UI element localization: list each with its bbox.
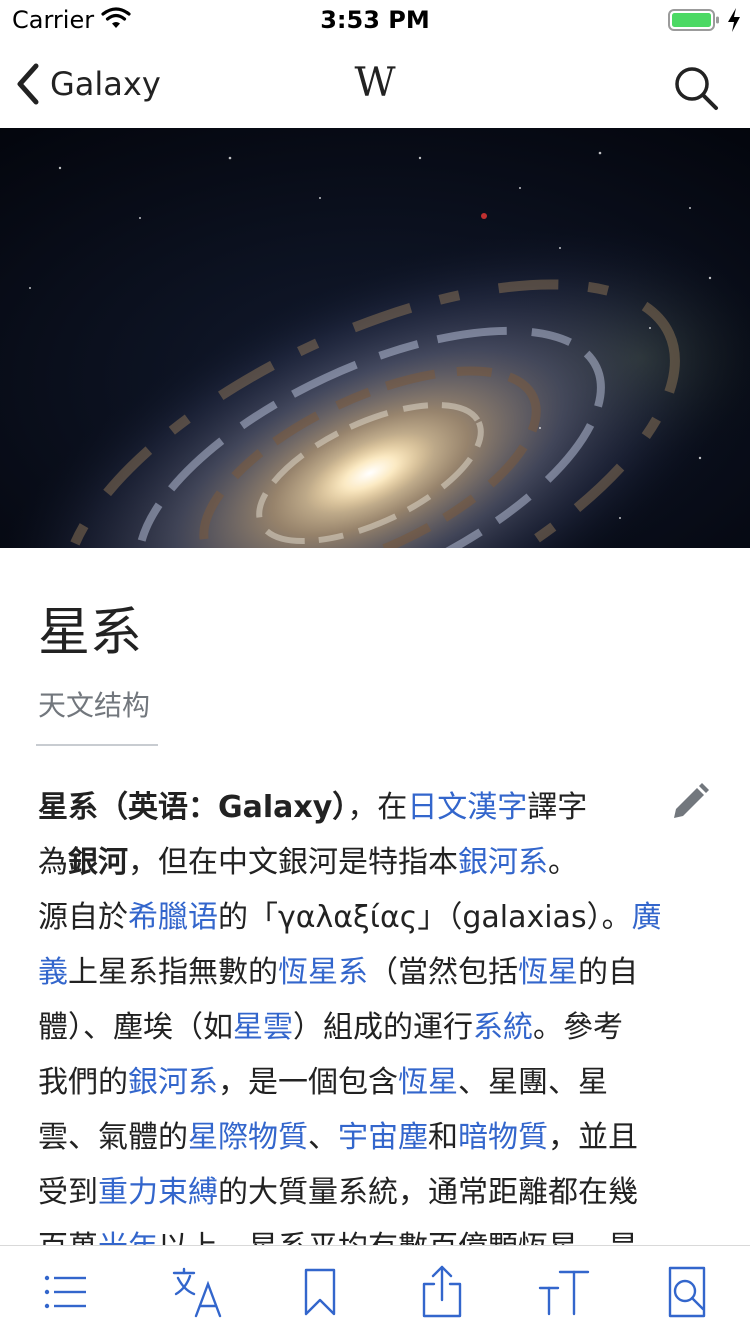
article-link[interactable]: 暗物質: [458, 1120, 548, 1155]
wikipedia-logo-text[interactable]: W: [354, 60, 395, 106]
paragraph-line: 雲、氣體的星際物質、宇宙塵和暗物質，並且: [38, 1110, 710, 1165]
languages-icon: [172, 1267, 222, 1318]
body-text: 的自: [578, 955, 638, 990]
paragraph-line: 體）、塵埃（如星雲）組成的運行系統。參考: [38, 1000, 710, 1055]
article-link[interactable]: 義: [38, 955, 68, 990]
article-link[interactable]: 宇宙塵: [338, 1120, 428, 1155]
text-size-button[interactable]: [536, 1264, 592, 1320]
body-text: 上星系指無數的: [68, 955, 278, 990]
paragraph-line: 百萬光年以上。星系平均有數百億顆恆星，是: [38, 1220, 710, 1246]
back-button[interactable]: Galaxy: [14, 62, 161, 106]
article-link[interactable]: 恆星: [398, 1065, 458, 1100]
body-text: （當然包括: [368, 955, 518, 990]
body-text: 。參考: [533, 1010, 623, 1045]
body-text: 我們的: [38, 1065, 128, 1100]
lead-paragraph: 星系（英语：Galaxy），在日文漢字譯字 為銀河，但在中文銀河是特指本銀河系。源…: [38, 780, 710, 1246]
article-link[interactable]: 恆星系: [278, 955, 368, 990]
share-button[interactable]: [414, 1264, 470, 1320]
body-text: 。: [548, 845, 578, 880]
article-content: 星系 天文结构 星系（英语：Galaxy），在日文漢字譯字 為銀河，但在中文銀河是…: [0, 548, 750, 1246]
charging-bolt-icon: [728, 8, 740, 32]
clock: 3:53 PM: [320, 6, 430, 34]
body-text: 源自於: [38, 900, 128, 935]
back-label: Galaxy: [50, 65, 161, 103]
body-text: 譯字: [527, 790, 588, 825]
body-text: 的「γαλαξίας」（galaxias）。: [218, 900, 632, 935]
page-title: 星系: [38, 603, 143, 663]
search-icon[interactable]: [672, 64, 720, 112]
body-text: 和: [428, 1120, 458, 1155]
lead-image[interactable]: [0, 128, 750, 548]
body-text: 、星團、星: [458, 1065, 608, 1100]
share-icon: [422, 1265, 462, 1318]
article-link[interactable]: 光年: [98, 1230, 158, 1246]
paragraph-line: 我們的銀河系，是一個包含恆星、星團、星: [38, 1055, 710, 1110]
article-link[interactable]: 銀河系: [458, 845, 548, 880]
article-link[interactable]: 星際物質: [188, 1120, 308, 1155]
paragraph-line: 為銀河，但在中文銀河是特指本銀河系。: [38, 835, 710, 890]
galaxy-image: [0, 128, 750, 548]
find-in-page-icon: [668, 1266, 706, 1318]
article-link[interactable]: 恆星: [518, 955, 578, 990]
article-link[interactable]: 銀河系: [128, 1065, 218, 1100]
page-description: 天文结构: [38, 689, 151, 722]
article-link[interactable]: 系統: [473, 1010, 533, 1045]
table-of-contents-icon: [44, 1275, 86, 1309]
body-text: 雲、氣體的: [38, 1120, 188, 1155]
bookmark-button[interactable]: [292, 1264, 348, 1320]
navigation-bar: Galaxy W: [0, 40, 750, 128]
battery-icon: [668, 9, 719, 31]
body-text: ，但在中文銀河是特指本: [128, 845, 458, 880]
bold-term: 銀河: [68, 845, 128, 880]
article-link[interactable]: 重力束縛: [98, 1175, 218, 1210]
bottom-toolbar: [0, 1245, 750, 1334]
body-text: 的大質量系統，通常距離都在幾: [218, 1175, 638, 1210]
body-text: ，在: [347, 790, 408, 825]
bookmark-icon: [304, 1268, 336, 1316]
paragraph-line: 星系（英语：Galaxy），在日文漢字譯字: [38, 780, 710, 835]
chevron-left-icon: [17, 63, 39, 105]
paragraph-line: 受到重力束縛的大質量系統，通常距離都在幾: [38, 1165, 710, 1220]
body-text: ，是一個包含: [218, 1065, 398, 1100]
bold-term: 星系（英语：Galaxy）: [38, 790, 348, 825]
languages-button[interactable]: [170, 1264, 226, 1320]
body-text: 、: [308, 1120, 338, 1155]
article-link[interactable]: 廣: [632, 900, 662, 935]
article-link[interactable]: 星雲: [233, 1010, 293, 1045]
paragraph-line: 源自於希臘语的「γαλαξίας」（galaxias）。廣: [38, 890, 710, 945]
body-text: ）組成的運行: [293, 1010, 473, 1045]
title-divider: [36, 744, 158, 746]
body-text: 百萬: [38, 1230, 98, 1246]
article-link[interactable]: 日文漢字: [407, 790, 527, 825]
body-text: 受到: [38, 1175, 98, 1210]
status-bar: Carrier 3:53 PM: [0, 0, 750, 40]
article-link[interactable]: 希臘语: [128, 900, 218, 935]
paragraph-line: 義上星系指無數的恆星系（當然包括恆星的自: [38, 945, 710, 1000]
body-text: ，並且: [548, 1120, 638, 1155]
body-text: 體）、塵埃（如: [38, 1010, 233, 1045]
body-text: 以上。星系平均有數百億顆恆星，是: [158, 1230, 638, 1246]
text-size-icon: [538, 1270, 590, 1316]
find-in-page-button[interactable]: [658, 1264, 714, 1320]
body-text: 為: [38, 845, 68, 880]
table-of-contents-button[interactable]: [38, 1264, 94, 1320]
